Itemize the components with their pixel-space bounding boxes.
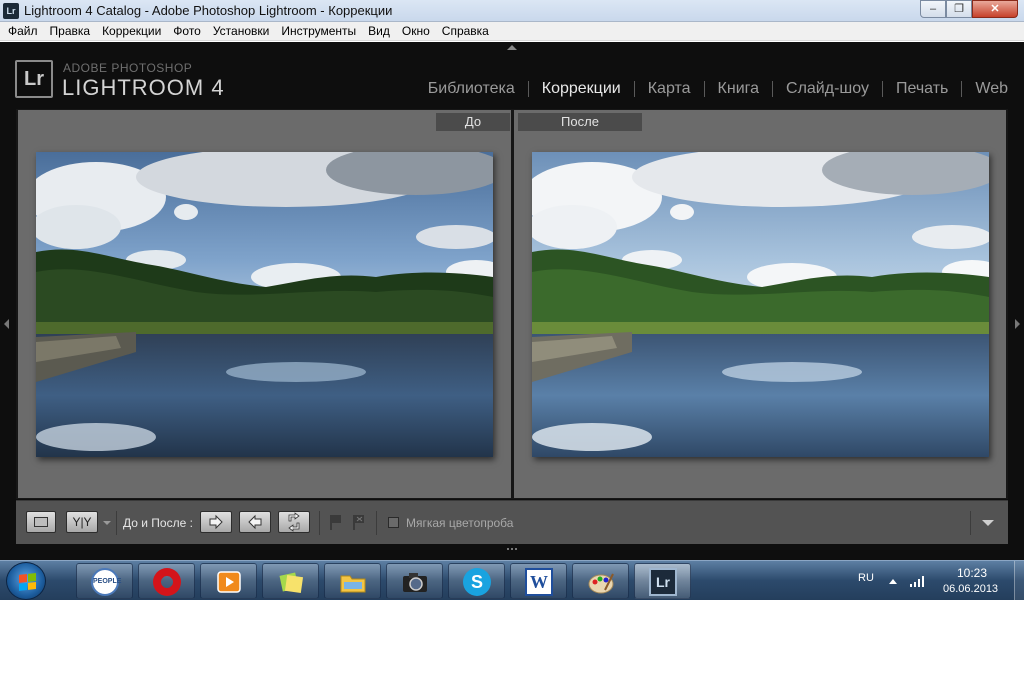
loupe-view-button[interactable] (26, 511, 56, 533)
module-separator (881, 81, 883, 97)
arrow-right-icon (209, 514, 223, 530)
module-picker: Библиотека Коррекции Карта Книга Слайд-ш… (428, 80, 1008, 98)
before-photo[interactable] (36, 152, 493, 457)
media-player-icon (215, 568, 243, 596)
module-separator (527, 81, 529, 97)
module-separator (633, 81, 635, 97)
taskbar-app-lightroom[interactable]: Lr (634, 563, 691, 599)
menu-help[interactable]: Справка (436, 22, 495, 40)
window-titlebar[interactable]: Lr Lightroom 4 Catalog - Adobe Photoshop… (0, 0, 1024, 22)
menu-tools[interactable]: Инструменты (275, 22, 362, 40)
after-photo[interactable] (532, 152, 989, 457)
lightroom-app-icon[interactable]: Lr (3, 3, 19, 19)
module-web[interactable]: Web (975, 80, 1008, 98)
toolbar-separator (376, 511, 377, 535)
module-separator (961, 81, 963, 97)
sticky-notes-icon (277, 568, 305, 596)
menu-settings[interactable]: Установки (207, 22, 275, 40)
reject-flag-icon[interactable] (352, 513, 366, 531)
windows-logo-icon (19, 573, 36, 591)
network-signal-icon[interactable] (909, 574, 927, 588)
windows-taskbar: PEOPLE S W Lr RU 10:23 06.06.2013 (0, 560, 1024, 600)
menu-window[interactable]: Окно (396, 22, 436, 40)
flag-icon[interactable] (329, 513, 343, 531)
taskbar-app-skype[interactable]: S (448, 563, 505, 599)
before-photo-image (36, 152, 493, 457)
menu-bar: Файл Правка Коррекции Фото Установки Инс… (0, 22, 1024, 41)
after-label: После (518, 113, 642, 131)
left-panel-toggle-icon[interactable] (4, 319, 9, 329)
toolbar-options-dropdown-icon[interactable] (982, 520, 994, 526)
close-button[interactable]: ✕ (972, 0, 1018, 18)
develop-toolbar: Y|Y До и После : Мягкая цветопроба (16, 500, 1008, 544)
after-pane[interactable]: После (514, 110, 1006, 498)
menu-photo[interactable]: Фото (167, 22, 207, 40)
taskbar-app-opera[interactable] (138, 563, 195, 599)
taskbar-app-explorer[interactable] (324, 563, 381, 599)
people-net-icon: PEOPLE (91, 568, 121, 596)
window-title: Lightroom 4 Catalog - Adobe Photoshop Li… (24, 3, 393, 18)
lightroom-workspace: Lr ADOBE PHOTOSHOP LIGHTROOM 4 Библиотек… (0, 42, 1024, 560)
taskbar-app-word[interactable]: W (510, 563, 567, 599)
module-map[interactable]: Карта (648, 80, 691, 98)
copy-before-to-after-button[interactable] (200, 511, 232, 533)
screen: Lr Lightroom 4 Catalog - Adobe Photoshop… (0, 0, 1024, 600)
lightroom-icon: Lr (649, 568, 677, 596)
explorer-icon (339, 568, 367, 596)
clock-time[interactable]: 10:23 (957, 566, 987, 580)
skype-icon: S (463, 568, 491, 596)
show-desktop-button[interactable] (1014, 561, 1024, 600)
module-separator (703, 81, 705, 97)
tray-expand-icon[interactable] (889, 579, 897, 584)
logo-subtitle: ADOBE PHOTOSHOP (63, 61, 193, 75)
module-separator (772, 81, 774, 97)
soft-proofing-checkbox[interactable] (388, 517, 399, 528)
start-button[interactable] (6, 562, 46, 600)
module-develop[interactable]: Коррекции (542, 80, 621, 98)
clock-date[interactable]: 06.06.2013 (943, 583, 998, 595)
menu-develop[interactable]: Коррекции (96, 22, 167, 40)
after-photo-image (532, 152, 989, 457)
module-print[interactable]: Печать (896, 80, 948, 98)
taskbar-app-media[interactable] (200, 563, 257, 599)
before-after-view-button[interactable]: Y|Y (66, 511, 98, 533)
minimize-button[interactable]: – (920, 0, 946, 18)
swap-before-after-button[interactable] (278, 511, 310, 533)
module-book[interactable]: Книга (718, 80, 759, 98)
logo-title: LIGHTROOM 4 (62, 75, 225, 100)
language-indicator[interactable]: RU (858, 572, 874, 584)
paint-icon (587, 568, 615, 596)
taskbar-app-camera[interactable] (386, 563, 443, 599)
module-slideshow[interactable]: Слайд-шоу (786, 80, 869, 98)
maximize-button[interactable]: ❐ (946, 0, 972, 18)
swap-arrows-icon (288, 512, 300, 532)
loupe-view-icon (34, 517, 48, 527)
before-after-label: До и После : (123, 516, 193, 530)
right-panel-toggle-icon[interactable] (1015, 319, 1020, 329)
copy-after-to-before-button[interactable] (239, 511, 271, 533)
view-mode-dropdown-icon[interactable] (103, 521, 111, 525)
arrow-left-icon (248, 514, 262, 530)
before-pane[interactable]: До (18, 110, 511, 498)
word-icon: W (525, 568, 553, 596)
toolbar-separator (116, 511, 117, 535)
taskbar-app-people[interactable]: PEOPLE (76, 563, 133, 599)
menu-file[interactable]: Файл (2, 22, 44, 40)
menu-edit[interactable]: Правка (44, 22, 97, 40)
camera-icon (401, 568, 429, 596)
before-after-view: До После (16, 109, 1008, 499)
module-library[interactable]: Библиотека (428, 80, 515, 98)
taskbar-app-sticky-notes[interactable] (262, 563, 319, 599)
top-panel-toggle-icon[interactable] (507, 45, 517, 50)
soft-proofing-label: Мягкая цветопроба (406, 516, 514, 530)
toolbar-separator (970, 511, 971, 535)
filmstrip-toggle-icon[interactable] (507, 548, 517, 554)
window-controls: – ❐ ✕ (920, 0, 1018, 18)
menu-view[interactable]: Вид (362, 22, 396, 40)
opera-icon (153, 568, 181, 596)
toolbar-separator (319, 511, 320, 535)
before-label: До (436, 113, 510, 131)
taskbar-app-paint[interactable] (572, 563, 629, 599)
lightroom-logo: Lr (15, 60, 53, 98)
